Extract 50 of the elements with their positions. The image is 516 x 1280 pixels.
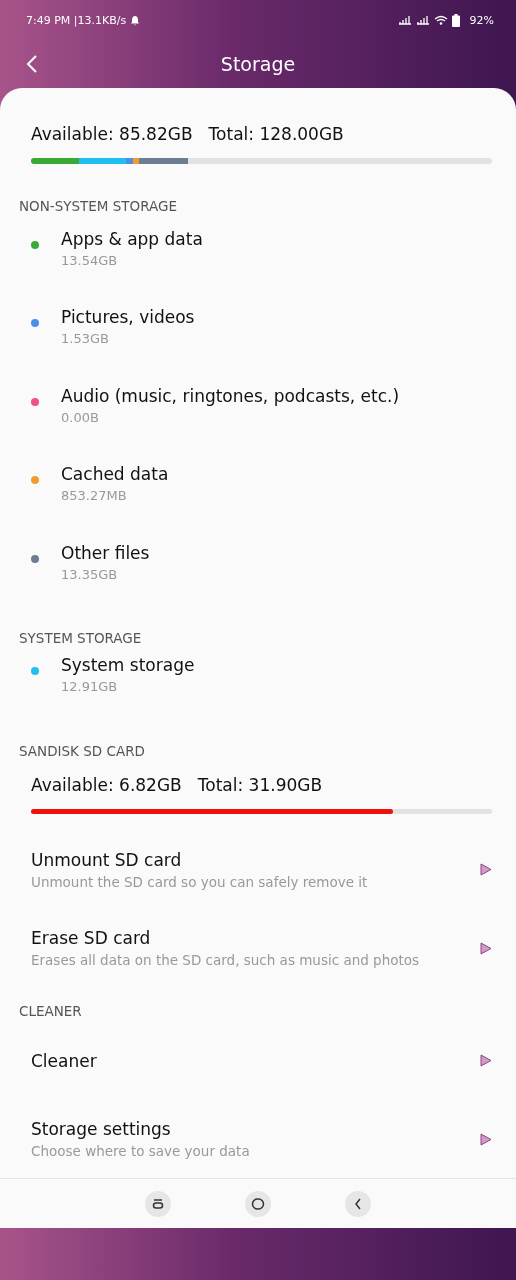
back-icon — [354, 1197, 362, 1210]
wifi-icon — [433, 15, 448, 25]
total-text: Total: 31.90GB — [197, 774, 323, 795]
row-description: Unmount the SD card so you can safely remove it — [31, 873, 369, 890]
row-description: Erases all data on the SD card, such as music and photos — [31, 952, 421, 969]
section-header: NON-SYSTEM STORAGE — [18, 196, 179, 216]
row-title: Unmount SD card — [31, 849, 183, 870]
home-button[interactable] — [245, 1190, 271, 1217]
settings-row[interactable]: Storage settings Choose where to save your data — [0, 1099, 516, 1179]
item-title[interactable]: Apps & app data — [61, 228, 203, 249]
item-title[interactable]: Pictures, videos — [61, 307, 195, 328]
arrow-icon — [480, 1132, 492, 1146]
signal-icon — [397, 15, 412, 25]
row-title: Cleaner — [31, 1050, 98, 1071]
battery-icon — [451, 13, 460, 27]
home-icon — [251, 1197, 265, 1210]
back-button[interactable] — [345, 1190, 371, 1217]
arrow-icon — [480, 863, 492, 877]
back-icon[interactable] — [26, 54, 38, 74]
item-title[interactable]: Other files — [61, 542, 150, 563]
status-time: 7:49 PM |13.1KB/s — [26, 13, 127, 27]
recents-icon — [152, 1198, 164, 1209]
item-title[interactable]: Cached data — [61, 464, 169, 485]
settings-row[interactable]: Erase SD card Erases all data on the SD card, such as music and photos — [0, 908, 516, 988]
row-title: Erase SD card — [31, 928, 152, 949]
page-title: Storage — [220, 53, 296, 75]
section-header: SYSTEM STORAGE — [18, 629, 143, 649]
settings-row[interactable]: Unmount SD card Unmount the SD card so you can safely remove it — [0, 830, 516, 909]
row-title: Storage settings — [31, 1119, 172, 1140]
item-title[interactable]: System storage — [61, 655, 195, 676]
arrow-icon — [480, 1054, 492, 1068]
signal-icon — [415, 15, 430, 25]
battery-percent: 92% — [469, 13, 494, 27]
recents-button[interactable] — [145, 1190, 171, 1217]
item-size: 13.35GB — [61, 566, 119, 582]
item-size: 853.27MB — [61, 488, 128, 504]
available-text: Available: 6.82GB — [31, 774, 182, 795]
row-description: Choose where to save your data — [31, 1143, 251, 1160]
section-header: SANDISK SD CARD — [18, 741, 146, 761]
item-size: 0.00B — [61, 409, 100, 425]
settings-row[interactable]: Cleaner — [0, 1021, 516, 1100]
available-text: Available: 85.82GB — [31, 124, 193, 144]
item-title[interactable]: Audio (music, ringtones, podcasts, etc.) — [61, 385, 400, 406]
item-size: 1.53GB — [61, 331, 110, 347]
arrow-icon — [480, 941, 492, 955]
item-size: 12.91GB — [61, 679, 119, 695]
section-header: CLEANER — [18, 1002, 83, 1022]
bell-icon — [130, 14, 141, 26]
item-size: 13.54GB — [61, 252, 119, 268]
total-text: Total: 128.00GB — [208, 124, 344, 144]
